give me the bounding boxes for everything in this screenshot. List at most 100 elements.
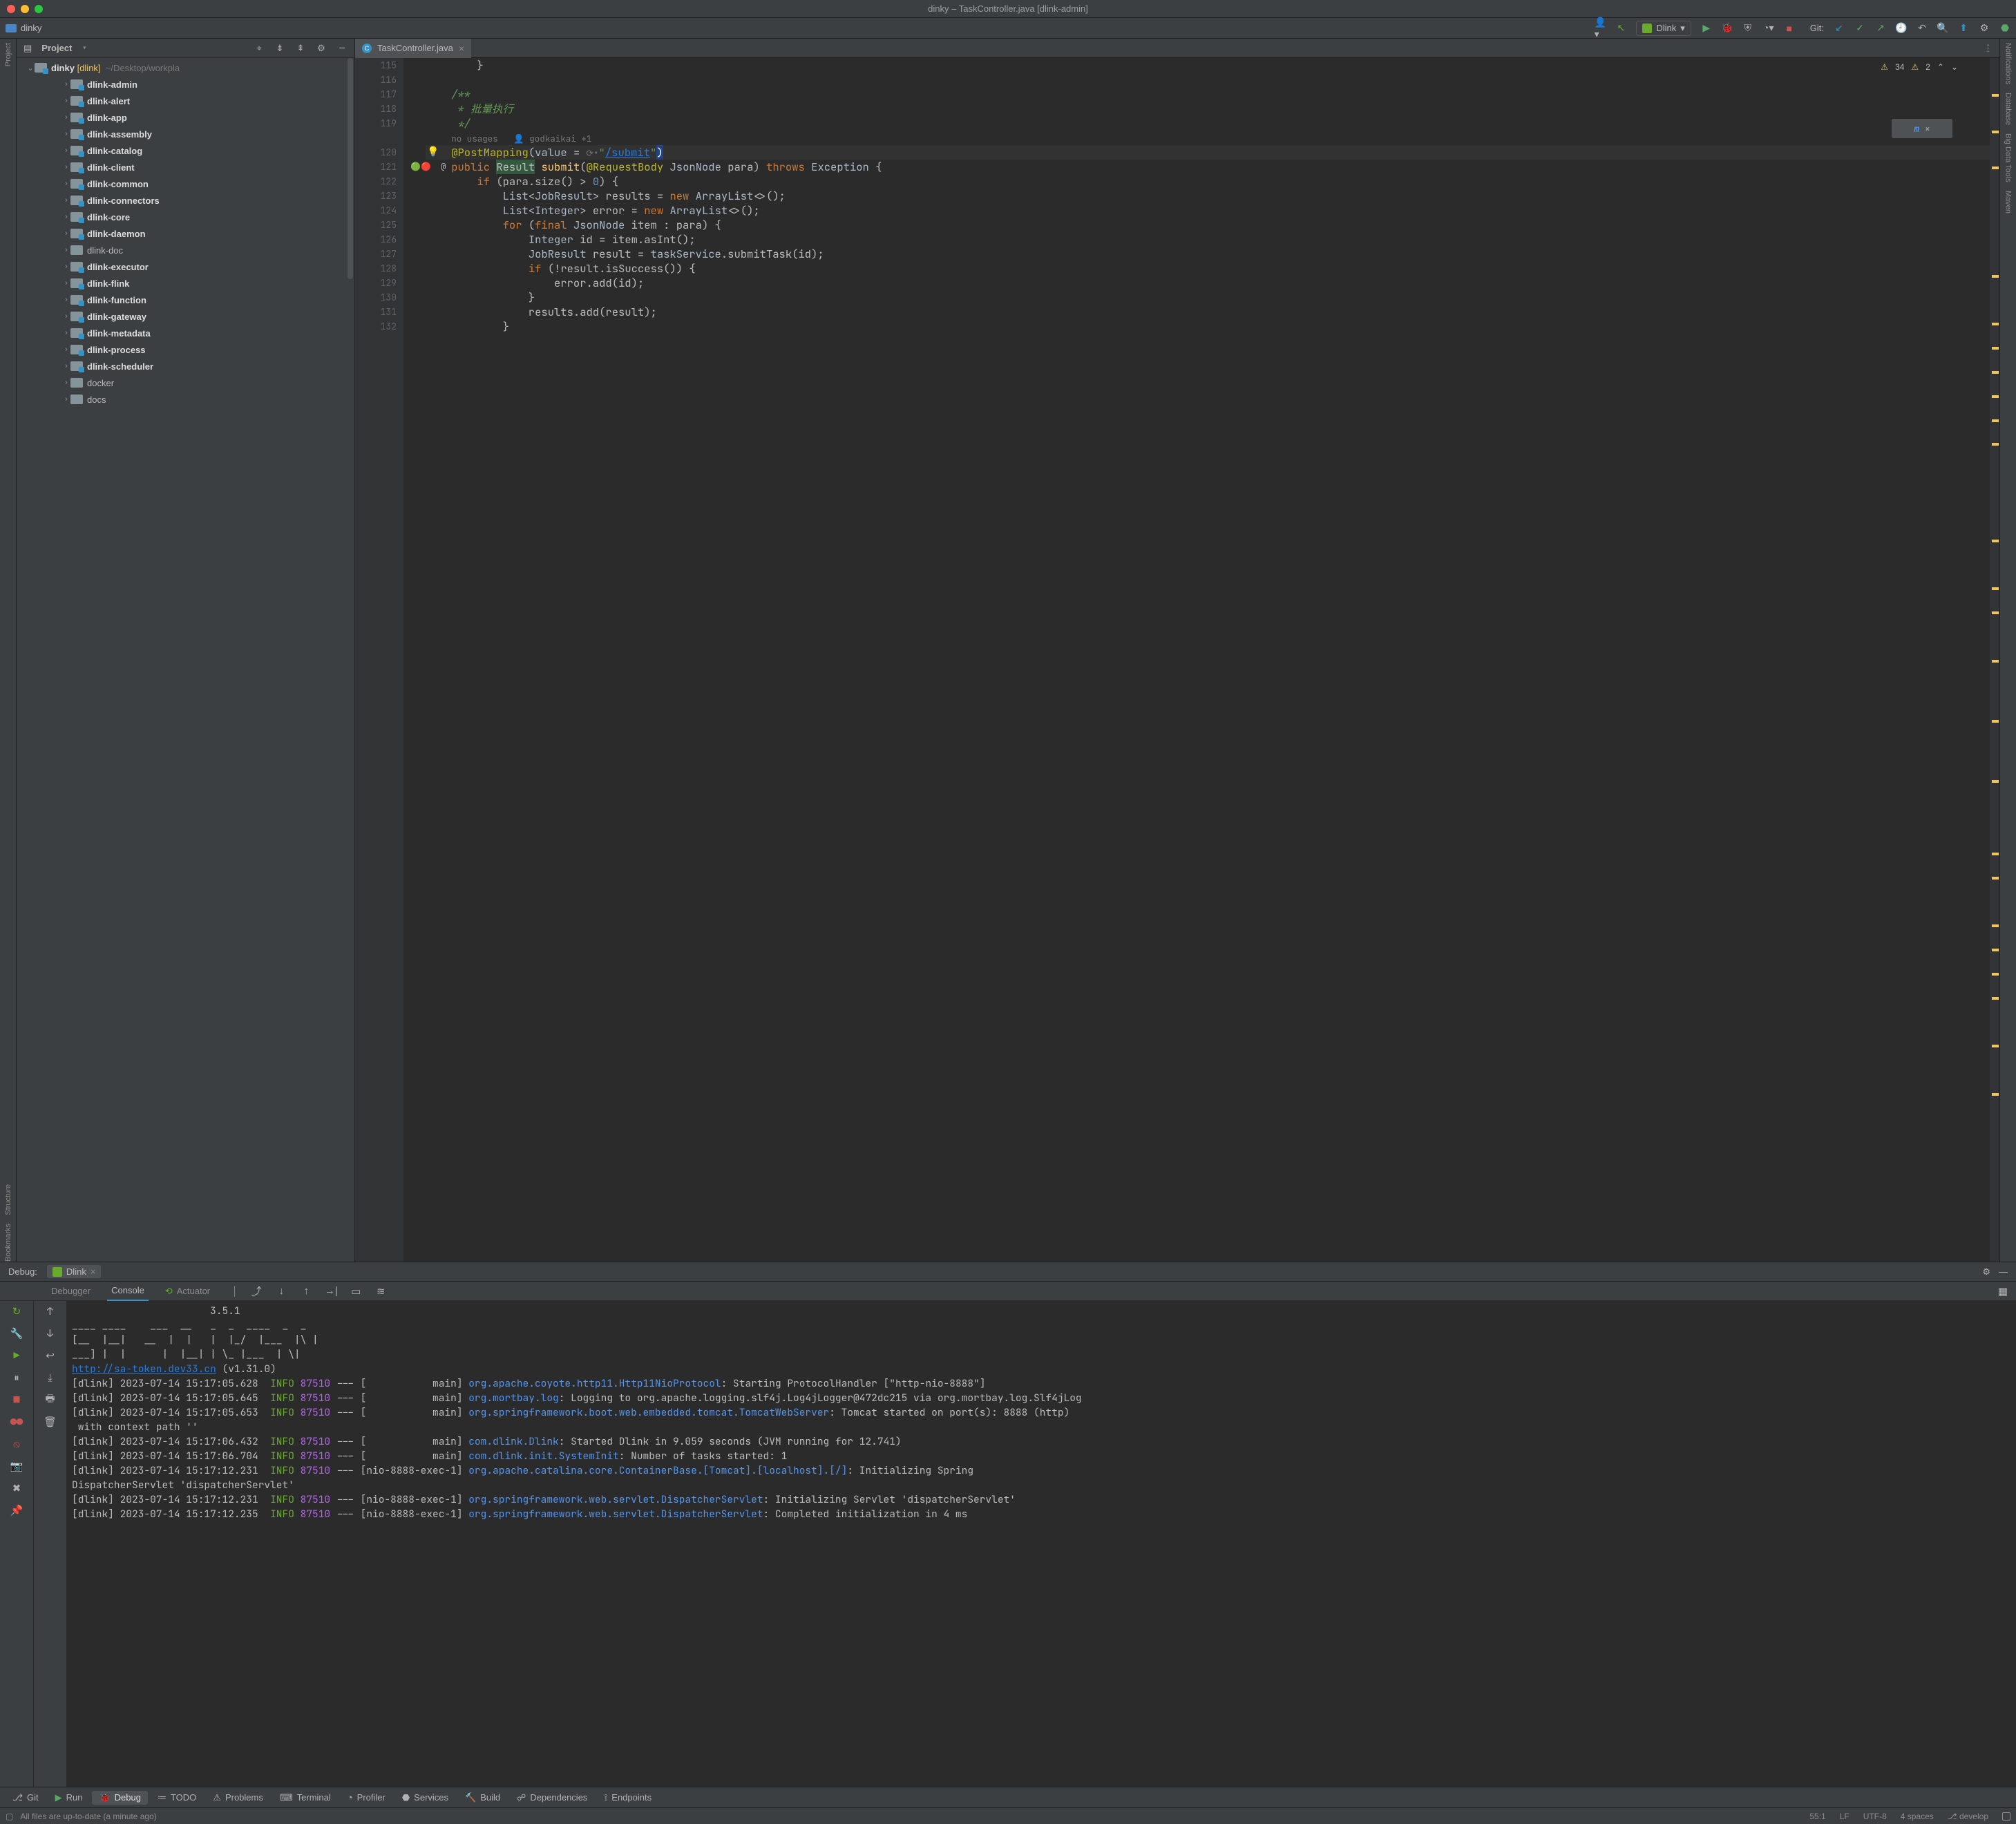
debug-button[interactable]: 🐞 bbox=[1722, 23, 1733, 34]
hide-panel-icon[interactable]: — bbox=[336, 43, 348, 54]
indent-label[interactable]: 4 spaces bbox=[1901, 1812, 1934, 1821]
tool-problems[interactable]: ⚠ Problems bbox=[206, 1791, 270, 1805]
tab-console[interactable]: Console bbox=[107, 1282, 149, 1301]
git-history-icon[interactable]: 🕘 bbox=[1896, 23, 1907, 34]
build-hammer-icon[interactable]: ↖ bbox=[1615, 23, 1626, 34]
stripe-notifications[interactable]: Notifications bbox=[2004, 43, 2013, 84]
profiler-icon[interactable]: ◔▾ bbox=[1763, 23, 1774, 34]
breadcrumb[interactable]: dinky bbox=[21, 23, 41, 33]
update-ide-icon[interactable]: ⬆ bbox=[1958, 23, 1969, 34]
debug-session-tab[interactable]: Dlink × bbox=[47, 1265, 102, 1278]
tree-item[interactable]: ›dlink-alert bbox=[17, 93, 354, 109]
stripe-bookmarks[interactable]: Bookmarks bbox=[4, 1224, 12, 1262]
tree-item[interactable]: ›dlink-catalog bbox=[17, 142, 354, 159]
user-icon[interactable]: 👤▾ bbox=[1595, 23, 1606, 34]
close-tab-icon[interactable]: × bbox=[459, 43, 464, 54]
expand-all-icon[interactable]: ⇟ bbox=[274, 43, 285, 54]
console-output[interactable]: 3.5.1 ____ ____ ___ __ _ _ ____ _ _ [__ … bbox=[66, 1301, 2016, 1787]
up-icon[interactable]: ↑ bbox=[44, 1305, 57, 1318]
stop-icon[interactable]: ■ bbox=[10, 1394, 23, 1406]
stripe-project[interactable]: Project bbox=[4, 43, 12, 66]
step-over-icon[interactable]: ⤴ bbox=[250, 1285, 263, 1298]
tree-item[interactable]: ›dlink-process bbox=[17, 341, 354, 358]
tool-services[interactable]: ⬣ Services bbox=[395, 1791, 455, 1805]
tab-actuator[interactable]: ⟲Actuator bbox=[161, 1282, 214, 1301]
lock-icon[interactable] bbox=[2002, 1812, 2010, 1821]
run-to-cursor-icon[interactable]: →| bbox=[325, 1285, 337, 1298]
tree-item[interactable]: ›dlink-flink bbox=[17, 275, 354, 292]
clear-icon[interactable]: 🗑 bbox=[44, 1416, 57, 1428]
tab-taskcontroller[interactable]: C TaskController.java × bbox=[355, 39, 471, 58]
tree-item[interactable]: ›dlink-gateway bbox=[17, 308, 354, 325]
tool-git[interactable]: ⎇ Git bbox=[6, 1791, 46, 1805]
scrollbar[interactable] bbox=[348, 58, 353, 1262]
settings-gear-icon[interactable]: ⚙ bbox=[1979, 23, 1990, 34]
code-content[interactable]: } /** * 批量执行 */ no usages 👤 godkaikai +1… bbox=[403, 58, 1999, 1262]
project-tree[interactable]: ⌄dinky [dlink] ~/Desktop/workpla ›dlink-… bbox=[17, 58, 354, 1262]
git-rollback-icon[interactable]: ↶ bbox=[1917, 23, 1928, 34]
line-ending[interactable]: LF bbox=[1840, 1812, 1849, 1821]
coverage-icon[interactable]: ⛨ bbox=[1742, 23, 1753, 34]
stripe-structure[interactable]: Structure bbox=[4, 1184, 12, 1215]
run-configuration-selector[interactable]: Dlink ▾ bbox=[1636, 21, 1691, 36]
chevron-down-icon[interactable]: ▾ bbox=[82, 42, 87, 54]
tree-item[interactable]: ›dlink-connectors bbox=[17, 192, 354, 209]
git-push-icon[interactable]: ↗ bbox=[1875, 23, 1886, 34]
run-button[interactable]: ▶ bbox=[1701, 23, 1712, 34]
camera-icon[interactable]: 📷 bbox=[10, 1460, 23, 1472]
evaluate-icon[interactable]: ▭ bbox=[350, 1285, 362, 1298]
reader-mode-box[interactable]: m × bbox=[1892, 119, 1952, 138]
scroll-to-end-icon[interactable]: ⤓ bbox=[44, 1371, 57, 1384]
tree-item[interactable]: ›dlink-executor bbox=[17, 258, 354, 275]
stop-button[interactable]: ■ bbox=[1784, 23, 1795, 34]
code-with-me-icon[interactable]: ⬣ bbox=[1999, 23, 2010, 34]
search-everywhere-icon[interactable]: 🔍 bbox=[1937, 23, 1948, 34]
tab-more-icon[interactable]: ⋮ bbox=[1977, 42, 1999, 54]
tool-debug[interactable]: 🐞 Debug bbox=[92, 1791, 148, 1805]
panel-settings-icon[interactable]: ⚙ bbox=[316, 43, 327, 54]
tree-item[interactable]: ›dlink-admin bbox=[17, 76, 354, 93]
tool-endpoints[interactable]: ⟟ Endpoints bbox=[597, 1791, 658, 1805]
settings-icon[interactable]: ✖ bbox=[10, 1482, 23, 1494]
soft-wrap-icon[interactable]: ↩ bbox=[44, 1349, 57, 1362]
print-icon[interactable]: 🖶 bbox=[44, 1394, 57, 1406]
tree-item[interactable]: ›dlink-function bbox=[17, 292, 354, 308]
pause-icon[interactable]: ⏸ bbox=[10, 1371, 23, 1384]
trace-icon[interactable]: ≋ bbox=[374, 1285, 387, 1298]
stripe-big-data[interactable]: Big Data Tools bbox=[2004, 133, 2013, 182]
down-icon[interactable]: ↓ bbox=[44, 1327, 57, 1340]
project-panel-title[interactable]: Project bbox=[41, 43, 72, 53]
tree-item[interactable]: ›dlink-app bbox=[17, 109, 354, 126]
tool-todo[interactable]: ≔ TODO bbox=[151, 1791, 203, 1805]
collapse-all-icon[interactable]: ⇞ bbox=[295, 43, 306, 54]
stripe-database[interactable]: Database bbox=[2004, 93, 2013, 125]
tree-item[interactable]: ›dlink-common bbox=[17, 175, 354, 192]
close-window-button[interactable] bbox=[7, 5, 15, 13]
tool-dependencies[interactable]: ☍ Dependencies bbox=[510, 1791, 594, 1805]
gutter[interactable]: 1151161171181191201211221231241251261271… bbox=[355, 58, 403, 1262]
tree-item[interactable]: ›dlink-daemon bbox=[17, 225, 354, 242]
tree-item[interactable]: ›docker bbox=[17, 374, 354, 391]
caret-position[interactable]: 55:1 bbox=[1809, 1812, 1825, 1821]
git-update-icon[interactable]: ↙ bbox=[1834, 23, 1845, 34]
step-out-icon[interactable]: ↑ bbox=[300, 1285, 312, 1298]
chevron-down-icon[interactable]: ⌄ bbox=[1951, 62, 1958, 72]
hide-panel-icon[interactable]: — bbox=[1999, 1266, 2008, 1277]
git-commit-icon[interactable]: ✓ bbox=[1854, 23, 1865, 34]
error-stripe[interactable] bbox=[1990, 58, 1999, 1262]
file-encoding[interactable]: UTF-8 bbox=[1863, 1812, 1887, 1821]
resume-icon[interactable]: ▶ bbox=[10, 1349, 23, 1362]
tree-root[interactable]: ⌄dinky [dlink] ~/Desktop/workpla bbox=[17, 59, 354, 76]
tree-item[interactable]: ›dlink-doc bbox=[17, 242, 354, 258]
stripe-maven[interactable]: Maven bbox=[2004, 191, 2013, 213]
tree-item[interactable]: ›dlink-assembly bbox=[17, 126, 354, 142]
tool-windows-icon[interactable]: ▢ bbox=[6, 1812, 13, 1821]
tree-item[interactable]: ›dlink-client bbox=[17, 159, 354, 175]
tool-run[interactable]: ▶ Run bbox=[48, 1791, 90, 1805]
tab-debugger[interactable]: Debugger bbox=[47, 1282, 95, 1301]
mute-breakpoints-icon[interactable]: ⦸ bbox=[10, 1438, 23, 1450]
maximize-window-button[interactable] bbox=[35, 5, 43, 13]
close-icon[interactable]: × bbox=[1925, 123, 1930, 135]
tree-item[interactable]: ›dlink-metadata bbox=[17, 325, 354, 341]
modify-run-config-icon[interactable]: 🔧 bbox=[10, 1327, 23, 1340]
